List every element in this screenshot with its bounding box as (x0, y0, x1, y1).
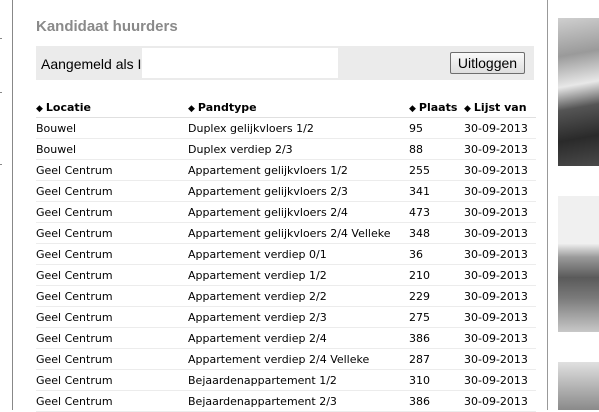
cell-locatie: Geel Centrum (36, 243, 188, 265)
cell-locatie: Geel Centrum (36, 222, 188, 244)
column-label: Locatie (45, 100, 91, 114)
cell-pandtype: Bejaardenappartement 2/3 (188, 390, 409, 412)
column-header-pandtype[interactable]: ◆ Pandtype (188, 97, 409, 118)
table-row: Geel Centrum Appartement verdiep 0/1 36 30-… (36, 243, 536, 265)
table-row: Geel Centrum Appartement verdiep 2/3 275 30… (36, 306, 536, 328)
cell-lijst-van: 30-09-2013 (464, 369, 536, 391)
cell-locatie: Bouwel (36, 117, 188, 139)
cell-pandtype: Duplex verdiep 2/3 (188, 138, 409, 160)
cell-plaats: 255 (409, 159, 464, 181)
sort-arrows-icon: ◆ (409, 103, 416, 114)
cell-plaats: 386 (409, 327, 464, 349)
username-display (142, 48, 338, 78)
sidebar-photo-people (558, 18, 599, 166)
cell-pandtype: Appartement verdiep 2/4 (188, 327, 409, 349)
cell-lijst-van: 30-09-2013 (464, 201, 536, 223)
cell-locatie: Geel Centrum (36, 369, 188, 391)
column-label: Lijst van (473, 100, 527, 114)
table-row: Geel Centrum Appartement gelijkvloers 2/4… (36, 222, 536, 244)
sort-arrows-icon: ◆ (188, 103, 195, 114)
cell-plaats: 88 (409, 138, 464, 160)
column-label: Pandtype (197, 100, 257, 114)
cell-locatie: Geel Centrum (36, 348, 188, 370)
column-header-lijst-van[interactable]: ◆ Lijst van (464, 97, 536, 118)
cell-plaats: 229 (409, 285, 464, 307)
cell-locatie: Geel Centrum (36, 264, 188, 286)
divider-tick (0, 164, 2, 165)
cell-plaats: 95 (409, 117, 464, 139)
cell-locatie: Geel Centrum (36, 159, 188, 181)
divider-tick (0, 38, 2, 39)
sort-arrows-icon: ◆ (464, 103, 471, 114)
column-label: Plaats (418, 100, 458, 114)
cell-pandtype: Appartement verdiep 2/3 (188, 306, 409, 328)
cell-lijst-van: 30-09-2013 (464, 306, 536, 328)
cell-lijst-van: 30-09-2013 (464, 390, 536, 412)
left-divider (12, 0, 13, 410)
cell-pandtype: Appartement verdiep 2/2 (188, 285, 409, 307)
cell-locatie: Geel Centrum (36, 306, 188, 328)
sidebar-photo (558, 362, 599, 410)
cell-lijst-van: 30-09-2013 (464, 327, 536, 349)
cell-locatie: Geel Centrum (36, 180, 188, 202)
cell-locatie: Geel Centrum (36, 201, 188, 223)
cell-lijst-van: 30-09-2013 (464, 180, 536, 202)
table-row: Geel Centrum Appartement gelijkvloers 1/2… (36, 159, 536, 181)
table-row: Geel Centrum Appartement verdiep 1/2 210 30… (36, 264, 536, 286)
cell-pandtype: Appartement gelijkvloers 2/4 (188, 201, 409, 223)
candidates-table: ◆ Locatie ◆ Pandtype ◆ Plaats ◆ Lijst van Bo… (36, 97, 536, 412)
logout-button[interactable]: Uitloggen (450, 52, 525, 74)
cell-locatie: Geel Centrum (36, 327, 188, 349)
cell-pandtype: Appartement verdiep 2/4 Velleke (188, 348, 409, 370)
page-title: Kandidaat huurders (36, 18, 178, 35)
cell-pandtype: Appartement verdiep 1/2 (188, 264, 409, 286)
cell-plaats: 275 (409, 306, 464, 328)
right-divider (547, 0, 548, 410)
table-row: Geel Centrum Bejaardenappartement 2/3 386 3… (36, 390, 536, 412)
column-header-plaats[interactable]: ◆ Plaats (409, 97, 464, 118)
cell-lijst-van: 30-09-2013 (464, 138, 536, 160)
table-row: Geel Centrum Appartement verdiep 2/2 229 30… (36, 285, 536, 307)
cell-plaats: 348 (409, 222, 464, 244)
table-header-row: ◆ Locatie ◆ Pandtype ◆ Plaats ◆ Lijst van (36, 97, 536, 118)
cell-plaats: 210 (409, 264, 464, 286)
cell-plaats: 473 (409, 201, 464, 223)
cell-plaats: 341 (409, 180, 464, 202)
cell-plaats: 36 (409, 243, 464, 265)
cell-lijst-van: 30-09-2013 (464, 264, 536, 286)
cell-lijst-van: 30-09-2013 (464, 285, 536, 307)
cell-locatie: Geel Centrum (36, 390, 188, 412)
cell-pandtype: Appartement gelijkvloers 2/3 (188, 180, 409, 202)
cell-pandtype: Appartement gelijkvloers 2/4 Velleke (188, 222, 409, 244)
cell-locatie: Geel Centrum (36, 285, 188, 307)
sidebar-photo-houses (558, 196, 599, 332)
table-row: Geel Centrum Bejaardenappartement 1/2 310 3… (36, 369, 536, 391)
column-header-locatie[interactable]: ◆ Locatie (36, 97, 188, 118)
cell-pandtype: Appartement gelijkvloers 1/2 (188, 159, 409, 181)
cell-lijst-van: 30-09-2013 (464, 222, 536, 244)
login-bar: Aangemeld als I Uitloggen (36, 46, 534, 80)
cell-pandtype: Bejaardenappartement 1/2 (188, 369, 409, 391)
cell-lijst-van: 30-09-2013 (464, 159, 536, 181)
cell-lijst-van: 30-09-2013 (464, 348, 536, 370)
table-row: Bouwel Duplex verdiep 2/3 88 30-09-2013 (36, 138, 536, 160)
cell-pandtype: Appartement verdiep 0/1 (188, 243, 409, 265)
table-row: Geel Centrum Appartement gelijkvloers 2/4… (36, 201, 536, 223)
cell-plaats: 386 (409, 390, 464, 412)
cell-plaats: 287 (409, 348, 464, 370)
cell-pandtype: Duplex gelijkvloers 1/2 (188, 117, 409, 139)
sort-arrows-icon: ◆ (36, 103, 43, 114)
cell-lijst-van: 30-09-2013 (464, 117, 536, 139)
table-row: Bouwel Duplex gelijkvloers 1/2 95 30-09-201… (36, 117, 536, 139)
cell-plaats: 310 (409, 369, 464, 391)
table-row: Geel Centrum Appartement gelijkvloers 2/3… (36, 180, 536, 202)
table-row: Geel Centrum Appartement verdiep 2/4 Vell… (36, 348, 536, 370)
cell-locatie: Bouwel (36, 138, 188, 160)
cell-lijst-van: 30-09-2013 (464, 243, 536, 265)
divider-tick (0, 92, 2, 93)
logged-in-label: Aangemeld als I (41, 56, 142, 72)
table-row: Geel Centrum Appartement verdiep 2/4 386 30… (36, 327, 536, 349)
